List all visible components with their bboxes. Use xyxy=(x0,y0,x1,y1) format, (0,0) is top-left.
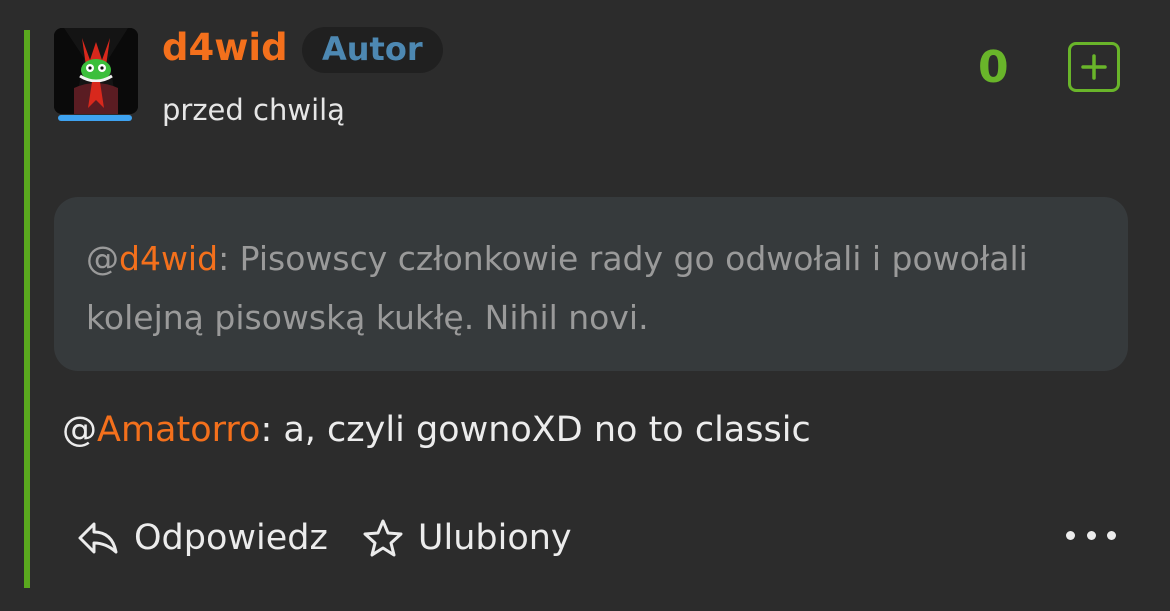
timestamp[interactable]: przed chwilą xyxy=(162,92,345,128)
body-prefix: @ xyxy=(62,410,97,450)
more-dots-icon xyxy=(1066,530,1075,540)
reply-button[interactable]: Odpowiedz xyxy=(76,518,328,558)
more-options-button[interactable] xyxy=(1066,522,1116,548)
favorite-label: Ulubiony xyxy=(417,518,572,558)
reply-arrow-icon xyxy=(78,522,118,554)
quote-text: : Pisowscy członkowie rady go odwołali i… xyxy=(86,239,1028,337)
avatar[interactable] xyxy=(54,28,138,114)
thread-line[interactable] xyxy=(24,30,30,588)
quote-prefix: @ xyxy=(86,239,119,278)
plus-icon xyxy=(1081,54,1107,80)
author-name[interactable]: d4wid xyxy=(162,26,288,70)
favorite-button[interactable]: Ulubiony xyxy=(362,518,572,558)
star-outline-icon xyxy=(363,519,403,557)
vote-count: 0 xyxy=(978,42,1009,93)
quoted-comment: @d4wid: Pisowscy członkowie rady go odwo… xyxy=(54,197,1128,371)
body-text: : a, czyli gownoXD no to classic xyxy=(260,410,811,450)
author-badge: Autor xyxy=(302,27,443,73)
quote-mention-link[interactable]: d4wid xyxy=(119,239,218,278)
avatar-status-bar xyxy=(58,115,132,121)
comment-body: @Amatorro: a, czyli gownoXD no to classi… xyxy=(62,404,811,456)
body-mention-link[interactable]: Amatorro xyxy=(97,410,260,450)
comment-actions: Odpowiedz Ulubiony xyxy=(76,508,572,568)
upvote-button[interactable] xyxy=(1068,42,1120,92)
comment: d4wid Autor przed chwilą 0 @d4wid: Pisow… xyxy=(0,0,1170,611)
avatar-image xyxy=(54,28,138,114)
reply-label: Odpowiedz xyxy=(134,518,328,558)
